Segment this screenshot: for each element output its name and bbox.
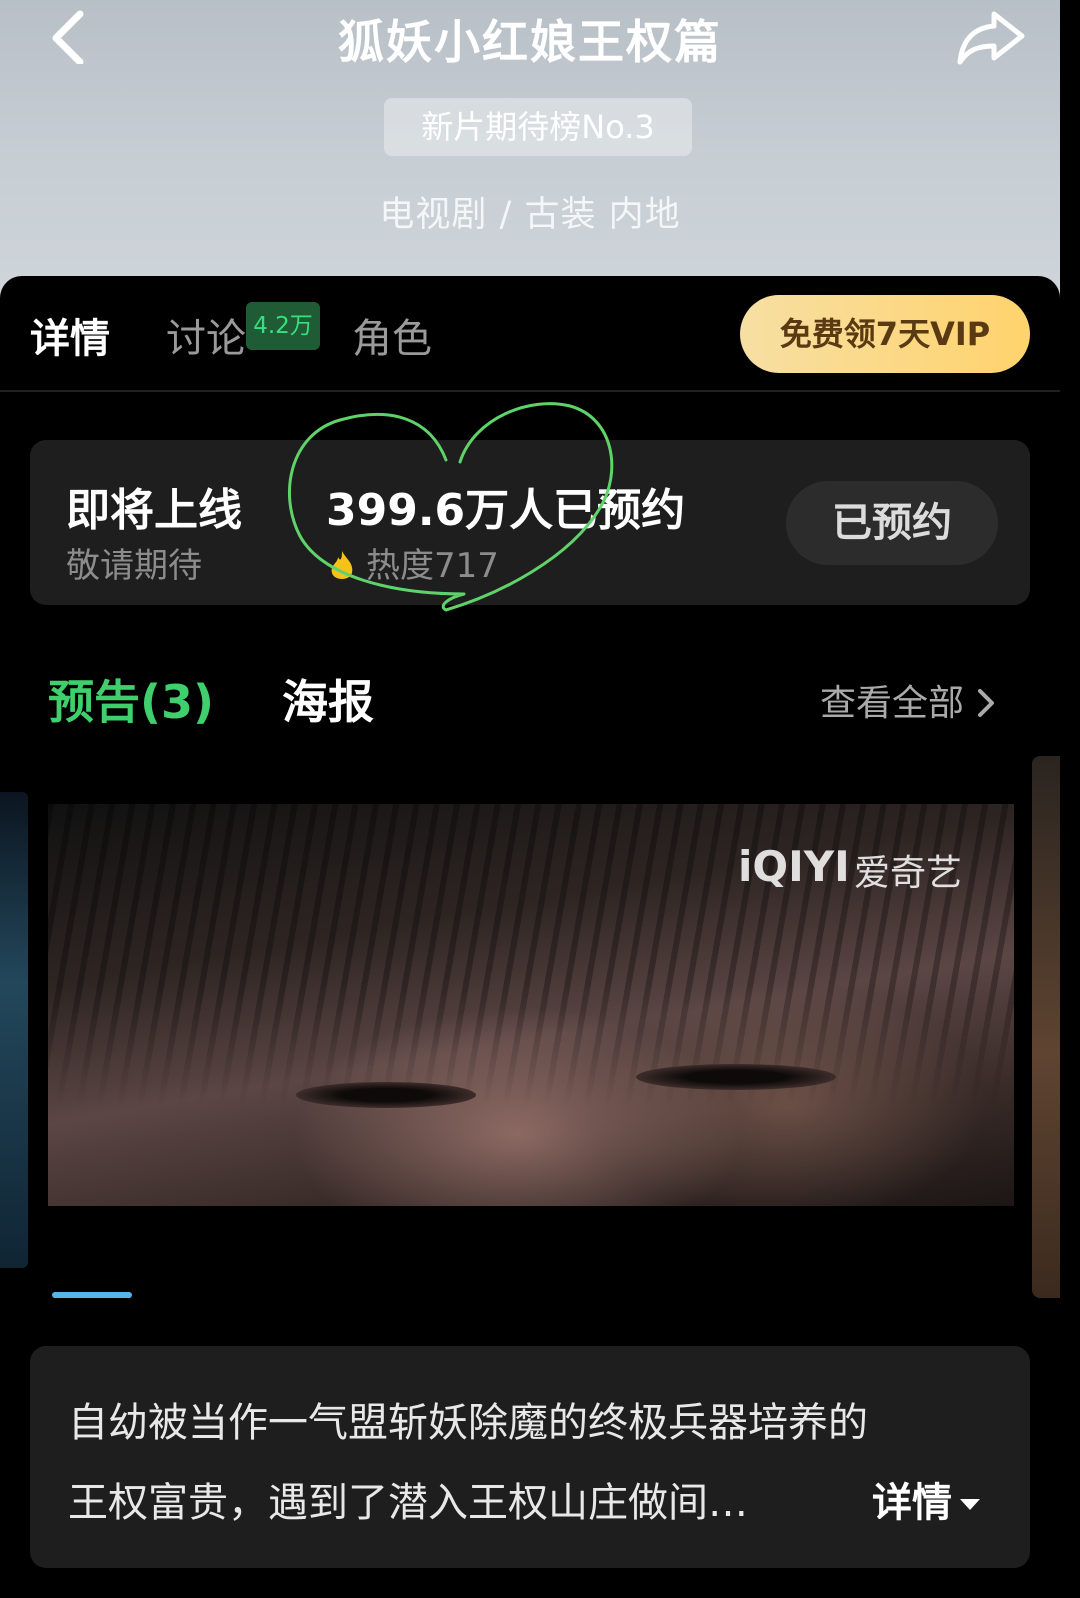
chevron-right-icon [978,689,995,717]
synopsis-more-button[interactable]: 详情 [872,1470,982,1528]
detail-panel: 详情 讨论 4.2万 角色 免费领7天VIP 即将上线 敬请期待 399.6万人… [0,276,1060,1568]
trailer-video[interactable]: iQIYI 爱奇艺 [48,804,1014,1206]
discussion-count-badge: 4.2万 [246,302,320,350]
release-status: 即将上线 [66,485,242,536]
tab-posters[interactable]: 海报 [282,666,374,732]
synopsis-more-label: 详情 [872,1480,952,1526]
iqiyi-logo-cn: 爱奇艺 [854,853,963,894]
carousel-progress-indicator [52,1292,132,1298]
reserved-button[interactable]: 已预约 [786,481,998,565]
synopsis-line-1: 自幼被当作一气盟斩妖除魔的终极兵器培养的 [68,1400,868,1446]
hand-drawn-heart-annotation [287,402,614,612]
previous-trailer-thumbnail[interactable] [0,792,28,1268]
tab-characters[interactable]: 角色 [352,306,432,364]
tab-divider [0,390,1060,392]
tab-details[interactable]: 详情 [30,306,110,364]
tab-trailers[interactable]: 预告(3) [48,666,214,732]
view-all-link[interactable]: 查看全部 [820,674,998,726]
release-subtitle: 敬请期待 [66,546,202,586]
synopsis-line-2: 王权富贵，遇到了潜入王权山庄做间… [68,1480,748,1526]
free-vip-button[interactable]: 免费领7天VIP [740,295,1030,373]
view-all-label: 查看全部 [820,683,965,724]
video-eye-left [296,1082,476,1108]
rank-badge[interactable]: 新片期待榜No.3 [384,98,692,156]
caret-down-icon [960,1499,980,1510]
video-eye-right [636,1064,836,1090]
iqiyi-logo: iQIYI [738,842,850,891]
next-trailer-thumbnail[interactable] [1032,756,1060,1298]
tab-discussion[interactable]: 讨论 [166,306,246,364]
share-icon[interactable] [954,6,1028,68]
synopsis-card: 自幼被当作一气盟斩妖除魔的终极兵器培养的 王权富贵，遇到了潜入王权山庄做间… 详… [30,1346,1030,1568]
genre-info: 电视剧 / 古装 内地 [379,195,681,235]
header: 狐妖小红娘王权篇 新片期待榜No.3 电视剧 / 古装 内地 [0,0,1060,300]
page-title: 狐妖小红娘王权篇 [338,15,722,69]
